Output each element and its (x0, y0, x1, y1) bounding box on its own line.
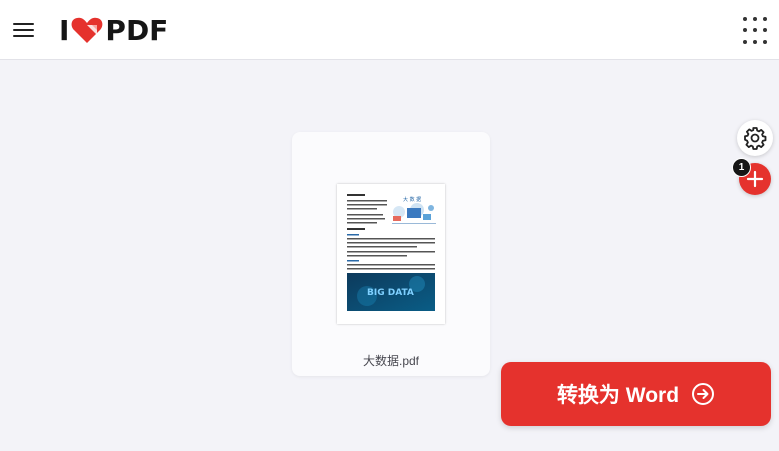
file-name: 大数据.pdf (362, 354, 420, 368)
hamburger-menu-icon[interactable] (13, 22, 35, 38)
file-card[interactable]: 大 数 据 BIG DATA 大数据.pdf (292, 132, 490, 376)
document-preview: 大 数 据 BIG DATA (337, 184, 445, 324)
logo-text-i: I (59, 13, 70, 47)
gear-icon (744, 127, 767, 150)
logo-text-pdf: PDF (105, 13, 169, 47)
thumbnail-heading: 大 数 据 (403, 196, 421, 203)
ilovepdf-logo[interactable]: I PDF (59, 13, 169, 47)
arrow-right-circle-icon (692, 383, 715, 405)
file-thumbnail: 大 数 据 BIG DATA (337, 184, 445, 324)
convert-to-word-button[interactable]: 转换为 Word (501, 362, 771, 426)
workspace: 大 数 据 BIG DATA 大数据.pdf 1 转换为 Word (0, 60, 779, 451)
apps-grid-icon[interactable] (743, 17, 771, 45)
app-header: I PDF (0, 0, 779, 60)
thumbnail-banner: BIG DATA (367, 288, 414, 298)
heart-logo-icon (72, 17, 103, 43)
convert-label: 转换为 Word (556, 384, 680, 407)
file-count-badge: 1 (732, 158, 751, 177)
settings-button[interactable] (737, 120, 773, 156)
